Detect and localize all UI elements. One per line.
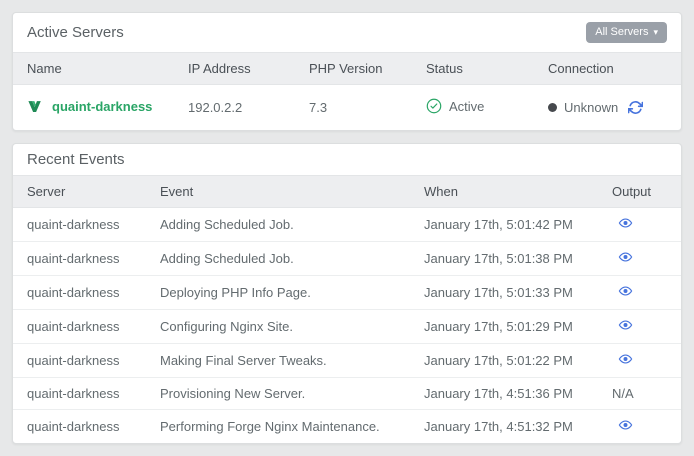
event-output-cell: N/A <box>598 378 681 410</box>
event-description: Making Final Server Tweaks. <box>146 344 410 378</box>
event-row: quaint-darkness Performing Forge Nginx M… <box>13 410 681 444</box>
col-header-server: Server <box>13 176 146 208</box>
server-name-link[interactable]: quaint-darkness <box>52 99 152 114</box>
server-status-label: Active <box>449 99 484 114</box>
recent-events-heading: Recent Events <box>13 144 681 175</box>
col-header-connection: Connection <box>534 53 681 85</box>
event-timestamp: January 17th, 5:01:22 PM <box>410 344 598 378</box>
col-header-ip-address: IP Address <box>174 53 295 85</box>
event-row: quaint-darkness Deploying PHP Info Page.… <box>13 276 681 310</box>
recent-events-panel: Recent Events Server Event When Output q… <box>12 143 682 444</box>
event-timestamp: January 17th, 4:51:36 PM <box>410 378 598 410</box>
active-servers-heading: Active Servers All Servers ▾ <box>13 13 681 52</box>
events-table-header-row: Server Event When Output <box>13 176 681 208</box>
col-header-status: Status <box>412 53 534 85</box>
servers-table-header-row: Name IP Address PHP Version Status Conne… <box>13 53 681 85</box>
recent-events-title: Recent Events <box>27 151 125 168</box>
servers-table: Name IP Address PHP Version Status Conne… <box>13 52 681 130</box>
all-servers-dropdown-button[interactable]: All Servers ▾ <box>586 22 667 43</box>
event-output-cell <box>598 344 681 378</box>
event-server-name: quaint-darkness <box>13 208 146 242</box>
event-server-name: quaint-darkness <box>13 242 146 276</box>
all-servers-dropdown-label: All Servers <box>595 26 648 39</box>
col-header-name: Name <box>13 53 174 85</box>
col-header-output: Output <box>598 176 681 208</box>
event-output-cell <box>598 310 681 344</box>
event-server-name: quaint-darkness <box>13 276 146 310</box>
view-output-eye-icon[interactable] <box>617 216 634 230</box>
event-description: Performing Forge Nginx Maintenance. <box>146 410 410 444</box>
event-description: Adding Scheduled Job. <box>146 242 410 276</box>
refresh-connection-icon[interactable] <box>628 100 643 115</box>
event-row: quaint-darkness Provisioning New Server.… <box>13 378 681 410</box>
event-server-name: quaint-darkness <box>13 410 146 444</box>
connection-status-dot <box>548 103 557 112</box>
active-servers-title: Active Servers <box>27 24 124 41</box>
chevron-down-icon: ▾ <box>653 27 658 38</box>
server-php-version: 7.3 <box>295 85 412 131</box>
events-table: Server Event When Output quaint-darkness… <box>13 175 681 443</box>
event-output-cell <box>598 242 681 276</box>
event-timestamp: January 17th, 5:01:42 PM <box>410 208 598 242</box>
event-row: quaint-darkness Adding Scheduled Job. Ja… <box>13 208 681 242</box>
event-row: quaint-darkness Configuring Nginx Site. … <box>13 310 681 344</box>
event-description: Configuring Nginx Site. <box>146 310 410 344</box>
active-servers-panel: Active Servers All Servers ▾ Name IP Add… <box>12 12 682 131</box>
view-output-eye-icon[interactable] <box>617 250 634 264</box>
event-description: Adding Scheduled Job. <box>146 208 410 242</box>
event-description: Provisioning New Server. <box>146 378 410 410</box>
event-timestamp: January 17th, 5:01:33 PM <box>410 276 598 310</box>
server-ip-address: 192.0.2.2 <box>174 85 295 131</box>
event-row: quaint-darkness Making Final Server Twea… <box>13 344 681 378</box>
event-output-cell <box>598 410 681 444</box>
status-check-circle-icon <box>426 98 442 114</box>
event-description: Deploying PHP Info Page. <box>146 276 410 310</box>
events-tbody: quaint-darkness Adding Scheduled Job. Ja… <box>13 208 681 444</box>
event-timestamp: January 17th, 5:01:29 PM <box>410 310 598 344</box>
event-server-name: quaint-darkness <box>13 310 146 344</box>
event-output-cell <box>598 208 681 242</box>
server-provider-icon <box>27 99 42 114</box>
event-timestamp: January 17th, 4:51:32 PM <box>410 410 598 444</box>
col-header-event: Event <box>146 176 410 208</box>
connection-status-label: Unknown <box>564 100 618 115</box>
event-output-cell <box>598 276 681 310</box>
view-output-eye-icon[interactable] <box>617 318 634 332</box>
output-na-label: N/A <box>612 386 634 401</box>
dashboard-page: Active Servers All Servers ▾ Name IP Add… <box>0 0 694 456</box>
event-timestamp: January 17th, 5:01:38 PM <box>410 242 598 276</box>
col-header-php-version: PHP Version <box>295 53 412 85</box>
event-server-name: quaint-darkness <box>13 378 146 410</box>
event-server-name: quaint-darkness <box>13 344 146 378</box>
server-row: quaint-darkness 192.0.2.2 7.3 <box>13 85 681 131</box>
event-row: quaint-darkness Adding Scheduled Job. Ja… <box>13 242 681 276</box>
view-output-eye-icon[interactable] <box>617 418 634 432</box>
col-header-when: When <box>410 176 598 208</box>
view-output-eye-icon[interactable] <box>617 284 634 298</box>
view-output-eye-icon[interactable] <box>617 352 634 366</box>
